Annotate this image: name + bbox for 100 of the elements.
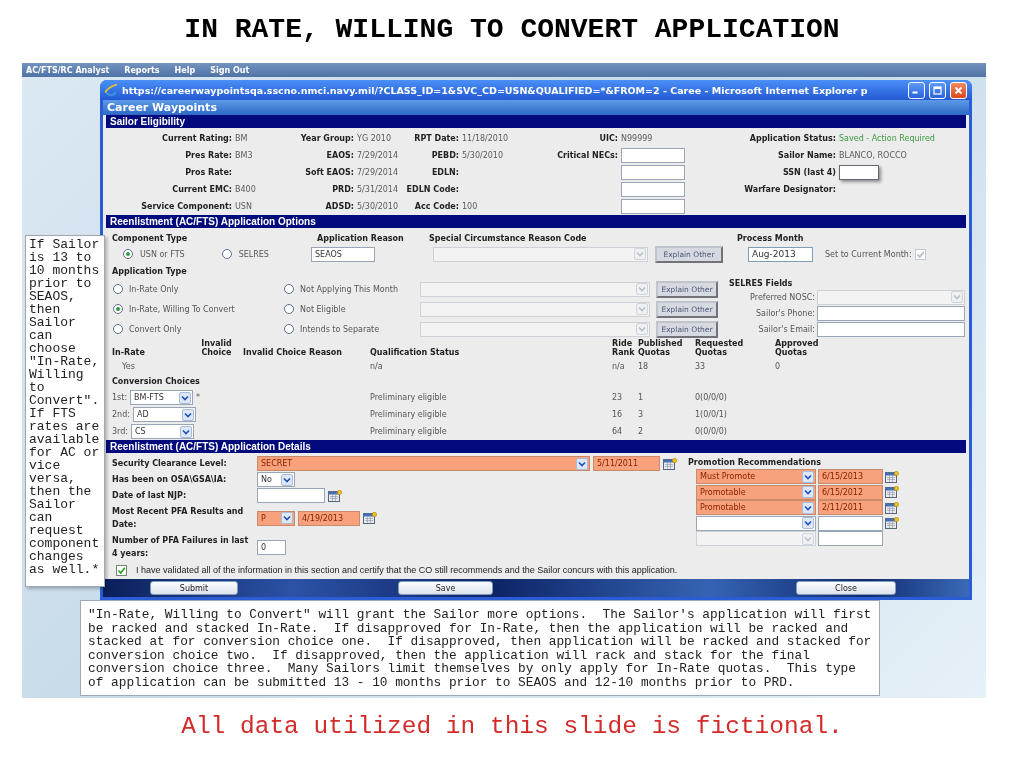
field-label: RPT Date: xyxy=(414,134,459,143)
field-label: EAOS: xyxy=(326,151,354,160)
dropdown[interactable]: P xyxy=(257,510,295,526)
browser-icon xyxy=(104,83,118,97)
field-label: EDLN Code: xyxy=(406,185,459,194)
field-value: 5/30/2010 xyxy=(462,151,504,160)
text-field[interactable] xyxy=(257,488,325,503)
field-label: Sailor's Phone: xyxy=(756,308,815,318)
text-field[interactable]: SEAOS xyxy=(311,246,375,262)
dropdown[interactable] xyxy=(817,289,965,305)
dropdown[interactable]: BM-FTS xyxy=(130,390,194,405)
chevron-down-icon xyxy=(181,408,194,421)
action-button[interactable]: Close xyxy=(796,581,896,595)
table-cell: 0(0/0/0) xyxy=(695,427,727,436)
field-value: USN xyxy=(235,202,252,211)
table-cell: 0 xyxy=(775,362,781,371)
dropdown[interactable]: Promotable xyxy=(696,484,816,500)
text-field[interactable]: Aug-2013 xyxy=(748,246,813,262)
group-label: Special Circumstance Reason Code xyxy=(429,233,588,243)
callout-text: "In-Rate, Willing to Convert" will grant the Sailor more options. The Sailor's application will first be racked and stacked In-Rate. If disapproved for In-Rate, then the application will be racked and stacked at for conversion choice one. If disapproved, then application will be racked and stacked for conversion choice two. If disapproved, then the application will rack and stack for the final conversion choice three. Many Sailors limit themselves by only apply for In-Rate quotas. This type of application can be submitted 13 - 10 months prior to SEAOS and 12-10 months prior to PRD. xyxy=(80,600,880,696)
dropdown[interactable]: Promotable xyxy=(696,500,816,516)
field-label: Date of last NJP: xyxy=(111,490,188,502)
field-value: BLANCO, ROCCO xyxy=(839,151,907,160)
text-field[interactable] xyxy=(818,515,883,531)
text-field[interactable]: 6/15/2012 xyxy=(818,484,883,500)
dropdown[interactable]: AD xyxy=(132,407,196,422)
app-header: Career Waypoints xyxy=(103,100,969,115)
text-field[interactable]: 6/15/2013 xyxy=(818,469,883,485)
field-value: 5/31/2014 xyxy=(357,185,399,194)
field-label: PRD: xyxy=(332,185,354,194)
text-field[interactable] xyxy=(817,321,965,337)
maximize-button[interactable] xyxy=(929,81,946,99)
menu-item[interactable]: AC/FTS/RC Analyst xyxy=(26,65,110,75)
dropdown[interactable] xyxy=(696,531,816,547)
calendar-icon xyxy=(885,470,899,483)
text-field[interactable] xyxy=(621,199,685,214)
row-label: 2nd: xyxy=(112,410,130,419)
chevron-down-icon xyxy=(802,486,814,499)
action-button[interactable]: Save xyxy=(398,581,493,595)
dropdown[interactable]: No xyxy=(257,472,295,487)
field-value: N99999 xyxy=(621,134,653,143)
chevron-down-icon xyxy=(802,501,814,514)
text-field[interactable] xyxy=(621,182,685,197)
table-cell: 64 xyxy=(612,427,623,436)
group-label: Application Reason xyxy=(316,233,405,243)
text-field[interactable] xyxy=(839,165,879,180)
dropdown[interactable]: SECRET xyxy=(257,456,590,471)
group-label: Application Type xyxy=(112,266,187,276)
text-field[interactable] xyxy=(818,531,883,547)
window-title: https://careerwaypointsqa.sscno.nmci.navy.mil/?CLASS_ID=1&SVC_CD=USN&QUALIFIED=*&FROM=2 - Caree - Microsoft Internet Explorer p xyxy=(122,84,869,96)
table-cell: Preliminary eligible xyxy=(370,427,447,436)
chevron-down-icon xyxy=(179,391,192,404)
text-field[interactable] xyxy=(621,148,685,163)
column-header: Requested Quotas xyxy=(695,339,744,359)
checkbox[interactable] xyxy=(116,564,127,576)
action-button[interactable]: Submit xyxy=(150,581,238,595)
menu-item[interactable]: Help xyxy=(174,65,196,75)
radio-label: Intends to Separate xyxy=(300,324,380,334)
field-label: Current Rating: xyxy=(162,134,232,143)
dropdown[interactable]: Must Promote xyxy=(696,469,816,485)
field-label: Set to Current Month: xyxy=(825,249,912,259)
table-cell: 3 xyxy=(638,410,644,419)
close-icon xyxy=(954,85,963,95)
field-label: Most Recent PFA Results and Date: xyxy=(111,506,245,531)
dropdown[interactable] xyxy=(420,301,650,317)
text-field[interactable]: 4/19/2013 xyxy=(298,510,360,526)
minimize-button[interactable] xyxy=(908,81,925,99)
text-field[interactable] xyxy=(817,305,965,321)
field-value: BM3 xyxy=(235,151,253,160)
menu-item[interactable]: Sign Out xyxy=(210,65,250,75)
dropdown[interactable] xyxy=(433,246,648,262)
field-value: 7/29/2014 xyxy=(357,151,399,160)
dropdown[interactable] xyxy=(420,321,650,337)
text-field[interactable]: 2/11/2011 xyxy=(818,500,883,516)
row-label: 3rd: xyxy=(112,427,128,436)
text-field[interactable]: 0 xyxy=(257,539,286,555)
required-marker: * xyxy=(196,393,201,402)
dropdown[interactable]: CS xyxy=(131,424,194,439)
chevron-down-icon xyxy=(281,512,293,524)
radio-button[interactable] xyxy=(221,249,232,259)
field-label: Number of PFA Failures in last 4 years: xyxy=(111,535,249,560)
chevron-down-icon xyxy=(802,470,814,483)
radio-label: Not Eligible xyxy=(300,304,346,314)
close-button[interactable] xyxy=(950,81,967,99)
section-header: Reenlistment (AC/FTS) Application Options xyxy=(106,215,966,228)
chevron-down-icon xyxy=(634,248,646,260)
menu-item[interactable]: Reports xyxy=(124,65,160,75)
field-label: Critical NECs: xyxy=(557,151,618,160)
chevron-down-icon xyxy=(576,457,588,470)
field-label: EDLN: xyxy=(431,168,459,177)
dropdown[interactable] xyxy=(420,281,650,297)
text-field[interactable] xyxy=(621,165,685,180)
radio-button[interactable] xyxy=(123,249,133,259)
table-cell: 0(0/0/0) xyxy=(695,393,727,402)
text-field[interactable]: 5/11/2011 xyxy=(593,456,660,471)
field-value: B400 xyxy=(235,185,256,194)
table-cell: 1 xyxy=(638,393,644,402)
field-label: Pros Rate: xyxy=(185,168,232,177)
dropdown[interactable] xyxy=(696,515,816,531)
table-cell: 23 xyxy=(612,393,623,402)
